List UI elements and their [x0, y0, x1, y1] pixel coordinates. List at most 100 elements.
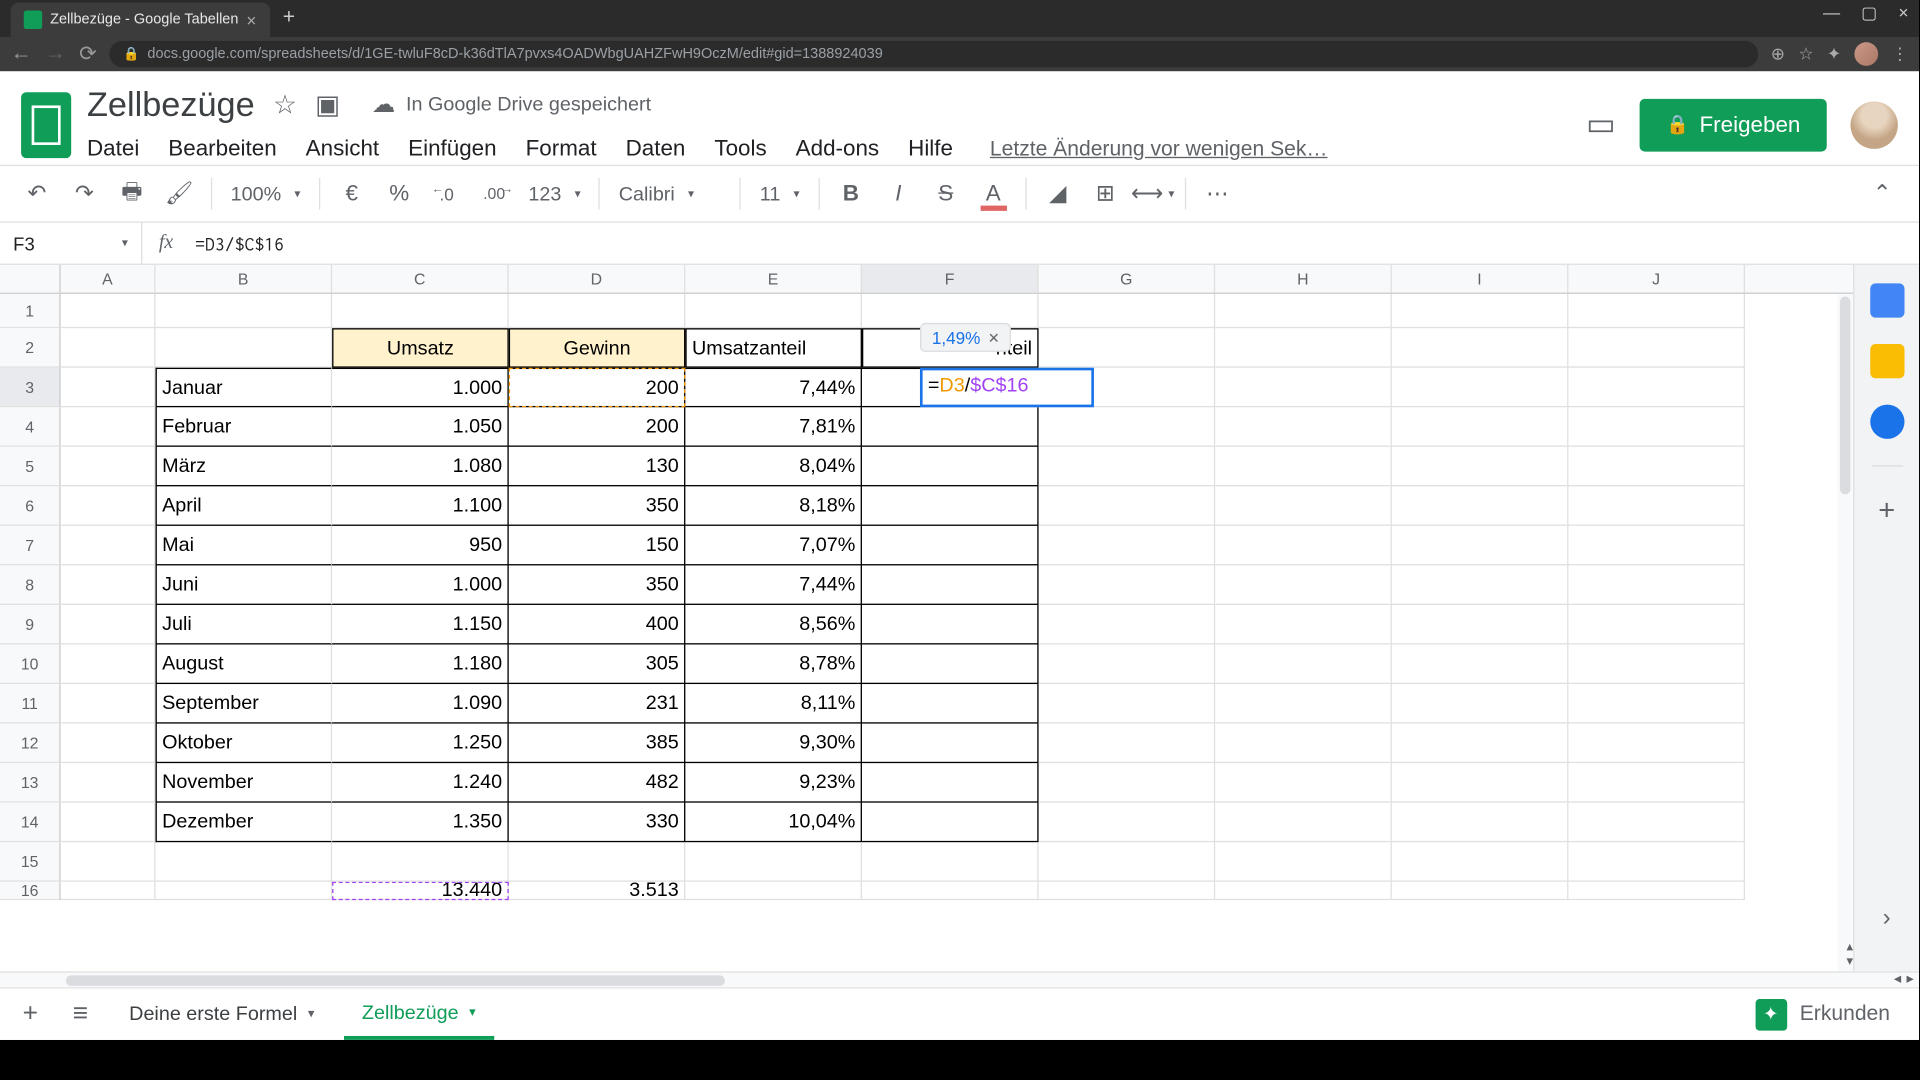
cell[interactable]: Dezember: [156, 803, 333, 843]
cell[interactable]: 8,11%: [685, 684, 862, 724]
spreadsheet-grid[interactable]: A B C D E F G H I J 12UmsatzGewinnUmsatz…: [0, 265, 1853, 971]
cell[interactable]: April: [156, 486, 333, 526]
cell[interactable]: 1.350: [332, 803, 509, 843]
explore-button[interactable]: ✦ Erkunden: [1755, 998, 1909, 1030]
cell[interactable]: 9,30%: [685, 724, 862, 764]
fill-color-button[interactable]: ◢: [1037, 173, 1079, 215]
cell[interactable]: 1.000: [332, 565, 509, 605]
cell[interactable]: 200: [509, 407, 686, 447]
cell[interactable]: [332, 294, 509, 328]
cell[interactable]: [1568, 882, 1745, 900]
cell[interactable]: [61, 882, 156, 900]
col-header[interactable]: E: [685, 265, 862, 293]
cell[interactable]: 350: [509, 486, 686, 526]
inc-decimal-button[interactable]: .00→: [473, 173, 515, 215]
cell[interactable]: [61, 486, 156, 526]
cell[interactable]: [862, 763, 1039, 803]
comments-icon[interactable]: ▭: [1586, 105, 1616, 143]
cell[interactable]: [61, 842, 156, 882]
cell[interactable]: [862, 407, 1039, 447]
cell[interactable]: [1215, 842, 1392, 882]
cell[interactable]: 1.000: [332, 368, 509, 408]
col-header[interactable]: B: [156, 265, 333, 293]
cell[interactable]: [61, 407, 156, 447]
cell[interactable]: [1392, 684, 1569, 724]
cell[interactable]: [1039, 605, 1216, 645]
cell[interactable]: [862, 526, 1039, 566]
star-icon[interactable]: ☆: [273, 88, 297, 121]
cell[interactable]: [1568, 526, 1745, 566]
cell[interactable]: 482: [509, 763, 686, 803]
row-header[interactable]: 9: [0, 605, 61, 645]
cell[interactable]: 400: [509, 605, 686, 645]
cell[interactable]: [862, 724, 1039, 764]
cell[interactable]: [862, 447, 1039, 487]
cell[interactable]: [61, 803, 156, 843]
cell[interactable]: [1568, 605, 1745, 645]
cell[interactable]: [862, 882, 1039, 900]
window-close-icon[interactable]: ×: [1898, 3, 1908, 24]
row-header[interactable]: 8: [0, 565, 61, 605]
row-header[interactable]: 14: [0, 803, 61, 843]
tasks-icon[interactable]: [1870, 405, 1904, 439]
cell[interactable]: [1392, 526, 1569, 566]
text-color-button[interactable]: A: [972, 173, 1014, 215]
cell[interactable]: [61, 526, 156, 566]
move-icon[interactable]: ▣: [315, 88, 340, 121]
cell[interactable]: [1215, 565, 1392, 605]
cell[interactable]: [1392, 605, 1569, 645]
row-header[interactable]: 4: [0, 407, 61, 447]
cell[interactable]: [1215, 407, 1392, 447]
new-tab-button[interactable]: +: [283, 7, 295, 31]
cell[interactable]: September: [156, 684, 333, 724]
cell[interactable]: 1.240: [332, 763, 509, 803]
cell[interactable]: [1215, 368, 1392, 408]
cell[interactable]: [1392, 842, 1569, 882]
cell[interactable]: [332, 842, 509, 882]
cell[interactable]: [862, 842, 1039, 882]
cell[interactable]: [156, 882, 333, 900]
zoom-dropdown[interactable]: 100%: [223, 183, 309, 205]
redo-button[interactable]: ↷: [63, 173, 105, 215]
cell[interactable]: [1568, 842, 1745, 882]
cell[interactable]: 1.180: [332, 645, 509, 685]
col-header[interactable]: D: [509, 265, 686, 293]
row-header[interactable]: 7: [0, 526, 61, 566]
row-header[interactable]: 11: [0, 684, 61, 724]
number-format-dropdown[interactable]: 123: [520, 183, 588, 205]
row-header[interactable]: 5: [0, 447, 61, 487]
cell[interactable]: 8,18%: [685, 486, 862, 526]
menu-help[interactable]: Hilfe: [908, 136, 953, 162]
cell[interactable]: [862, 803, 1039, 843]
row-header[interactable]: 16: [0, 882, 61, 900]
merge-button[interactable]: ⟷: [1132, 173, 1174, 215]
col-header[interactable]: I: [1392, 265, 1569, 293]
cell[interactable]: 950: [332, 526, 509, 566]
cell[interactable]: [61, 368, 156, 408]
cell[interactable]: [61, 724, 156, 764]
active-cell-editor[interactable]: =D3/$C$16: [920, 368, 1094, 408]
cell[interactable]: [1215, 724, 1392, 764]
share-button[interactable]: 🔒 Freigeben: [1640, 98, 1827, 151]
cell[interactable]: [1392, 486, 1569, 526]
cell[interactable]: Umsatz: [332, 328, 509, 368]
italic-button[interactable]: I: [877, 173, 919, 215]
cell[interactable]: 350: [509, 565, 686, 605]
cell[interactable]: [862, 565, 1039, 605]
cell[interactable]: [1392, 882, 1569, 900]
cell[interactable]: 7,44%: [685, 565, 862, 605]
row-header[interactable]: 2: [0, 328, 61, 368]
cell[interactable]: 7,07%: [685, 526, 862, 566]
cell[interactable]: [1215, 882, 1392, 900]
browser-menu-icon[interactable]: ⋮: [1891, 43, 1908, 64]
cell[interactable]: [1392, 565, 1569, 605]
cell[interactable]: 10,04%: [685, 803, 862, 843]
keep-icon[interactable]: [1870, 344, 1904, 378]
cell[interactable]: [1392, 645, 1569, 685]
cell[interactable]: 150: [509, 526, 686, 566]
cell[interactable]: [1568, 803, 1745, 843]
cell[interactable]: [1215, 526, 1392, 566]
scrollbar-thumb[interactable]: [1840, 297, 1851, 495]
cell[interactable]: [1039, 645, 1216, 685]
cell[interactable]: Umsatzanteil: [685, 328, 862, 368]
